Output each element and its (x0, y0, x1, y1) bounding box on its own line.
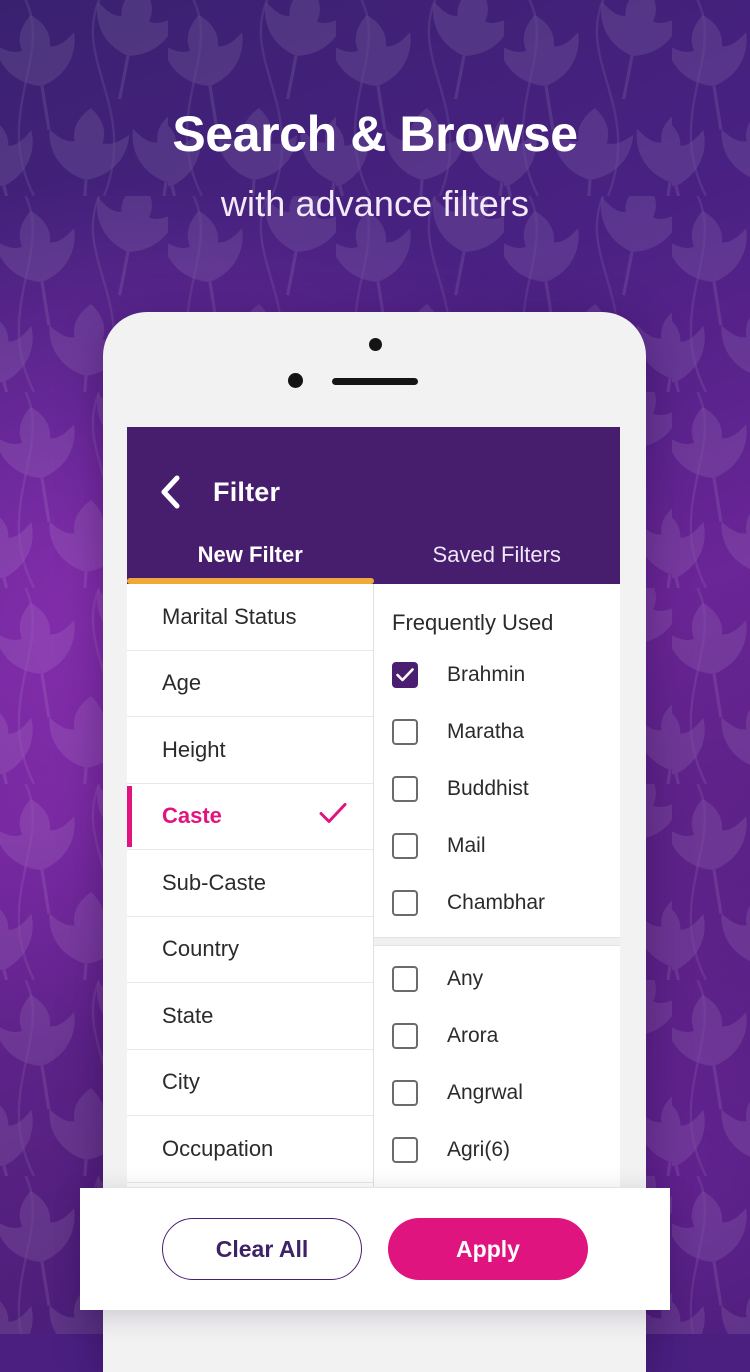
filter-label: State (162, 1002, 214, 1028)
filter-label: Country (162, 936, 240, 962)
promo-subheadline: with advance filters (220, 182, 530, 224)
filter-label: Sub-Caste (162, 869, 266, 895)
section-heading: Frequently Used (392, 610, 554, 635)
option-label: Mail (447, 833, 486, 857)
checkbox-icon[interactable] (392, 775, 418, 802)
option-label: Buddhist (447, 776, 529, 800)
tab-new-filter[interactable]: New Filter (127, 542, 374, 584)
checkbox-icon[interactable] (392, 1079, 418, 1106)
filter-row-country[interactable]: Country (127, 917, 373, 983)
filter-label: Age (162, 670, 202, 696)
phone-earpiece-speaker (332, 378, 418, 385)
option-row-chambhar[interactable]: Chambhar (374, 874, 620, 931)
selected-indicator-bar (127, 785, 132, 847)
filter-label: Occupation (162, 1135, 274, 1161)
option-row-arora[interactable]: Arora (374, 1007, 620, 1064)
page-title: Filter (213, 476, 281, 507)
promo-text-block: Search & Browse with advance filters (0, 108, 750, 225)
checkbox-icon[interactable] (392, 965, 418, 992)
checkbox-checked-icon[interactable] (392, 661, 418, 688)
filter-row-state[interactable]: State (127, 983, 373, 1050)
checkbox-icon[interactable] (392, 1022, 418, 1049)
option-row-maratha[interactable]: Maratha (374, 703, 620, 760)
filter-row-sub-caste[interactable]: Sub-Caste (127, 850, 373, 917)
option-label: Arora (447, 1023, 499, 1047)
option-label: Maratha (447, 719, 525, 743)
clear-all-button[interactable]: Clear All (162, 1218, 362, 1280)
promo-headline: Search & Browse (172, 106, 578, 162)
phone-camera-icon (369, 338, 382, 351)
checkbox-icon[interactable] (392, 1136, 418, 1163)
tab-new-filter-label: New Filter (197, 542, 303, 567)
check-icon (319, 803, 347, 830)
option-label: Angrwal (447, 1080, 523, 1104)
option-row-agri[interactable]: Agri(6) (374, 1121, 620, 1178)
tab-saved-filters-label: Saved Filters (432, 542, 561, 567)
app-bar-top-row: Filter (127, 463, 620, 521)
checkbox-icon[interactable] (392, 832, 418, 859)
option-label: Any (447, 966, 484, 990)
filter-label: City (162, 1069, 200, 1095)
filter-row-caste[interactable]: Caste (127, 784, 373, 850)
option-label: Chambhar (447, 890, 546, 914)
filter-label: Marital Status (162, 603, 297, 629)
apply-button[interactable]: Apply (388, 1218, 588, 1280)
app-bar: Filter New Filter Saved Filters (127, 427, 620, 584)
filter-label: Caste (162, 803, 222, 829)
filter-row-age[interactable]: Age (127, 651, 373, 717)
filter-category-list[interactable]: Marital Status Age Height Caste Sub-Cast… (127, 584, 374, 1187)
option-label: Brahmin (447, 662, 526, 686)
checkbox-icon[interactable] (392, 889, 418, 916)
option-row-mail[interactable]: Mail (374, 817, 620, 874)
checkbox-icon[interactable] (392, 718, 418, 745)
filter-row-city[interactable]: City (127, 1050, 373, 1116)
filter-row-marital-status[interactable]: Marital Status (127, 584, 373, 651)
option-row-any[interactable]: Any (374, 950, 620, 1007)
filter-tabs: New Filter Saved Filters (127, 521, 620, 584)
filter-label: Height (162, 736, 226, 762)
chevron-left-icon[interactable] (153, 475, 187, 509)
option-row-brahmin[interactable]: Brahmin (374, 646, 620, 703)
filter-row-height[interactable]: Height (127, 717, 373, 784)
filter-row-occupation[interactable]: Occupation (127, 1116, 373, 1183)
option-row-angrwal[interactable]: Angrwal (374, 1064, 620, 1121)
screen-body: Marital Status Age Height Caste Sub-Cast… (127, 584, 620, 1187)
app-screen: Filter New Filter Saved Filters Marital … (127, 427, 620, 1187)
option-row-buddhist[interactable]: Buddhist (374, 760, 620, 817)
options-group-divider (374, 937, 620, 946)
filter-options-panel[interactable]: Frequently Used Brahmin Maratha Buddhist (374, 584, 620, 1187)
tab-saved-filters[interactable]: Saved Filters (374, 542, 621, 584)
phone-sensor-icon (288, 373, 303, 388)
filter-action-bar: Clear All Apply (80, 1188, 670, 1310)
option-label: Agri(6) (447, 1137, 511, 1161)
